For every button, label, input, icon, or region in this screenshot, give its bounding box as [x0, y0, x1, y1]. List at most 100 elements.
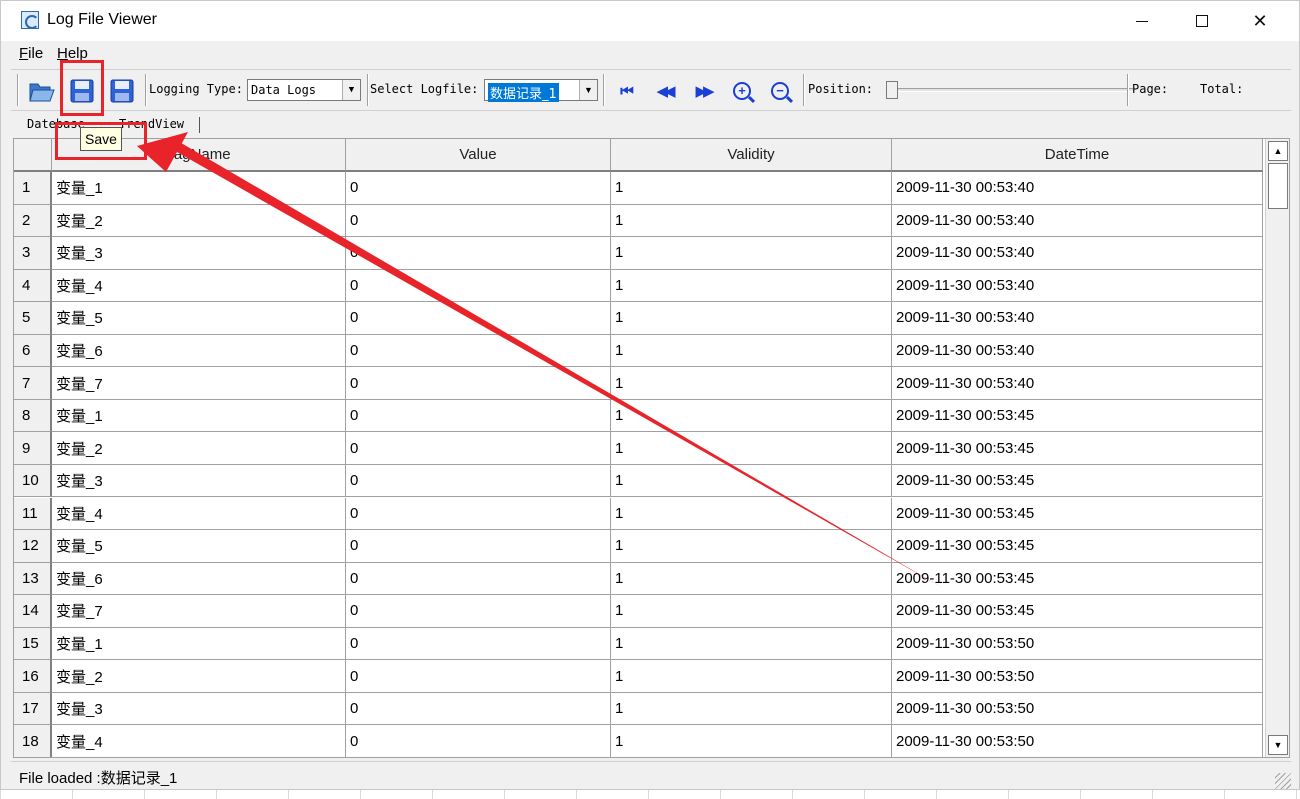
cell-value[interactable]: 0 [346, 595, 611, 628]
cell-value[interactable]: 0 [346, 660, 611, 693]
cell-datetime[interactable]: 2009-11-30 00:53:45 [892, 530, 1263, 563]
cell-value[interactable]: 0 [346, 399, 611, 433]
row-number[interactable]: 18 [14, 725, 52, 757]
menu-file[interactable]: File [19, 45, 43, 62]
table-row[interactable]: 14 变量_7 0 1 2009-11-30 00:53:45 [14, 595, 1264, 628]
cell-tagname[interactable]: 变量_2 [52, 660, 346, 693]
cell-datetime[interactable]: 2009-11-30 00:53:45 [892, 399, 1263, 433]
cell-datetime[interactable]: 2009-11-30 00:53:50 [892, 660, 1263, 693]
row-number[interactable]: 9 [14, 432, 52, 465]
resize-grip-icon[interactable] [1275, 773, 1291, 789]
cell-value[interactable]: 0 [346, 172, 611, 205]
row-number[interactable]: 4 [14, 269, 52, 303]
cell-validity[interactable]: 1 [611, 692, 892, 726]
table-row[interactable]: 6 变量_6 0 1 2009-11-30 00:53:40 [14, 334, 1264, 368]
row-number[interactable]: 7 [14, 367, 52, 400]
data-grid[interactable]: TagName Value Validity DateTime 1 变量_1 0 1 2… [13, 138, 1290, 758]
select-logfile-select[interactable]: 数据记录_1 ▼ [484, 79, 598, 102]
cell-datetime[interactable]: 2009-11-30 00:53:45 [892, 595, 1263, 628]
next-page-button[interactable]: ▶▶ [688, 76, 718, 106]
row-number[interactable]: 16 [14, 660, 52, 693]
table-row[interactable]: 11 变量_4 0 1 2009-11-30 00:53:45 [14, 497, 1264, 530]
cell-tagname[interactable]: 变量_1 [52, 172, 346, 205]
table-row[interactable]: 3 变量_3 0 1 2009-11-30 00:53:40 [14, 237, 1264, 270]
cell-validity[interactable]: 1 [611, 334, 892, 368]
vertical-scrollbar[interactable]: ▲ ▼ [1265, 139, 1289, 757]
first-page-button[interactable]: ⏮ [610, 76, 640, 106]
cell-datetime[interactable]: 2009-11-30 00:53:50 [892, 692, 1263, 726]
table-row[interactable]: 8 变量_1 0 1 2009-11-30 00:53:45 [14, 399, 1264, 433]
cell-datetime[interactable]: 2009-11-30 00:53:40 [892, 237, 1263, 270]
zoom-in-button[interactable]: + [727, 76, 757, 106]
scroll-thumb[interactable] [1268, 163, 1288, 209]
cell-value[interactable]: 0 [346, 237, 611, 270]
row-number[interactable]: 12 [14, 530, 52, 563]
row-number[interactable]: 1 [14, 172, 52, 205]
minimize-button[interactable] [1113, 1, 1171, 41]
cell-value[interactable]: 0 [346, 530, 611, 563]
cell-validity[interactable]: 1 [611, 269, 892, 303]
cell-value[interactable]: 0 [346, 562, 611, 596]
cell-value[interactable]: 0 [346, 367, 611, 400]
cell-value[interactable]: 0 [346, 497, 611, 530]
table-row[interactable]: 18 变量_4 0 1 2009-11-30 00:53:50 [14, 725, 1264, 757]
scroll-up-icon[interactable]: ▲ [1268, 141, 1288, 161]
cell-datetime[interactable]: 2009-11-30 00:53:45 [892, 464, 1263, 498]
cell-validity[interactable]: 1 [611, 464, 892, 498]
cell-value[interactable]: 0 [346, 627, 611, 661]
cell-tagname[interactable]: 变量_5 [52, 530, 346, 563]
cell-validity[interactable]: 1 [611, 595, 892, 628]
row-number[interactable]: 15 [14, 627, 52, 661]
column-header-validity[interactable]: Validity [611, 139, 892, 172]
row-number[interactable]: 17 [14, 692, 52, 726]
table-row[interactable]: 7 变量_7 0 1 2009-11-30 00:53:40 [14, 367, 1264, 400]
row-number[interactable]: 8 [14, 399, 52, 433]
cell-datetime[interactable]: 2009-11-30 00:53:40 [892, 302, 1263, 335]
cell-validity[interactable]: 1 [611, 399, 892, 433]
position-slider-track[interactable] [886, 88, 1133, 92]
cell-tagname[interactable]: 变量_2 [52, 432, 346, 465]
maximize-button[interactable] [1173, 1, 1231, 41]
table-row[interactable]: 15 变量_1 0 1 2009-11-30 00:53:50 [14, 627, 1264, 661]
table-row[interactable]: 5 变量_5 0 1 2009-11-30 00:53:40 [14, 302, 1264, 335]
cell-tagname[interactable]: 变量_4 [52, 725, 346, 757]
cell-validity[interactable]: 1 [611, 204, 892, 238]
column-header-datetime[interactable]: DateTime [892, 139, 1263, 172]
table-row[interactable]: 2 变量_2 0 1 2009-11-30 00:53:40 [14, 204, 1264, 238]
table-row[interactable]: 4 变量_4 0 1 2009-11-30 00:53:40 [14, 269, 1264, 303]
cell-value[interactable]: 0 [346, 692, 611, 726]
cell-tagname[interactable]: 变量_4 [52, 269, 346, 303]
cell-validity[interactable]: 1 [611, 627, 892, 661]
cell-tagname[interactable]: 变量_6 [52, 562, 346, 596]
column-header-value[interactable]: Value [346, 139, 611, 172]
cell-datetime[interactable]: 2009-11-30 00:53:45 [892, 432, 1263, 465]
cell-tagname[interactable]: 变量_3 [52, 692, 346, 726]
cell-tagname[interactable]: 变量_6 [52, 334, 346, 368]
dropdown-arrow-icon[interactable]: ▼ [342, 80, 360, 100]
cell-datetime[interactable]: 2009-11-30 00:53:40 [892, 204, 1263, 238]
table-row[interactable]: 17 变量_3 0 1 2009-11-30 00:53:50 [14, 692, 1264, 726]
cell-datetime[interactable]: 2009-11-30 00:53:45 [892, 497, 1263, 530]
cell-value[interactable]: 0 [346, 334, 611, 368]
cell-datetime[interactable]: 2009-11-30 00:53:50 [892, 627, 1263, 661]
row-number[interactable]: 2 [14, 204, 52, 238]
cell-validity[interactable]: 1 [611, 237, 892, 270]
cell-tagname[interactable]: 变量_1 [52, 399, 346, 433]
previous-page-button[interactable]: ◀◀ [649, 76, 679, 106]
cell-validity[interactable]: 1 [611, 530, 892, 563]
open-button[interactable] [27, 76, 57, 106]
cell-validity[interactable]: 1 [611, 367, 892, 400]
row-number[interactable]: 5 [14, 302, 52, 335]
cell-validity[interactable]: 1 [611, 172, 892, 205]
table-row[interactable]: 13 变量_6 0 1 2009-11-30 00:53:45 [14, 562, 1264, 596]
cell-datetime[interactable]: 2009-11-30 00:53:45 [892, 562, 1263, 596]
cell-datetime[interactable]: 2009-11-30 00:53:40 [892, 367, 1263, 400]
cell-tagname[interactable]: 变量_4 [52, 497, 346, 530]
close-button[interactable]: ✕ [1231, 1, 1289, 41]
cell-datetime[interactable]: 2009-11-30 00:53:40 [892, 172, 1263, 205]
cell-validity[interactable]: 1 [611, 432, 892, 465]
zoom-out-button[interactable]: − [765, 76, 795, 106]
position-slider-thumb[interactable] [886, 81, 898, 99]
cell-datetime[interactable]: 2009-11-30 00:53:40 [892, 269, 1263, 303]
row-number[interactable]: 10 [14, 464, 52, 498]
